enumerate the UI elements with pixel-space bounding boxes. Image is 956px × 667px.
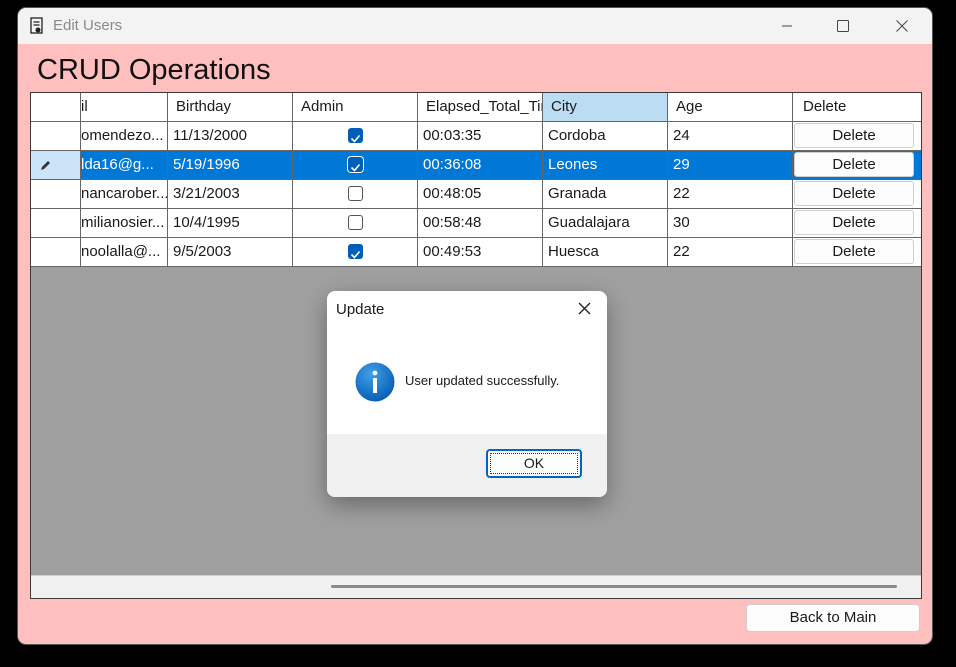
checkmark-icon: [350, 250, 361, 259]
cell-email[interactable]: lda16@g...: [81, 151, 168, 179]
cell-email[interactable]: noolalla@...: [81, 238, 168, 266]
table-row[interactable]: omendezo... 11/13/2000 00:03:35 Cordoba …: [31, 122, 921, 151]
dialog-message: User updated successfully.: [405, 373, 560, 388]
cell-delete: Delete: [793, 238, 921, 266]
cell-city[interactable]: Leones: [543, 151, 668, 179]
delete-button[interactable]: Delete: [794, 152, 914, 177]
close-icon: [896, 20, 908, 32]
dialog-close-button[interactable]: [573, 299, 597, 319]
title-bar: Edit Users: [18, 8, 932, 44]
horizontal-scrollbar[interactable]: [31, 575, 921, 598]
table-row-selected[interactable]: lda16@g... 5/19/1996 00:36:08 Leones 29 …: [31, 151, 921, 180]
cell-birthday[interactable]: 3/21/2003: [168, 180, 293, 208]
cell-age[interactable]: 24: [668, 122, 793, 150]
column-header-admin[interactable]: Admin: [293, 93, 418, 121]
cell-admin[interactable]: [293, 151, 418, 179]
delete-button[interactable]: Delete: [794, 210, 914, 235]
column-header-elapsed[interactable]: Elapsed_Total_Tir: [418, 93, 543, 121]
cell-elapsed[interactable]: 00:03:35: [418, 122, 543, 150]
checkmark-icon: [350, 163, 361, 172]
delete-button[interactable]: Delete: [794, 123, 914, 148]
row-header[interactable]: [31, 209, 81, 237]
cell-city[interactable]: Cordoba: [543, 122, 668, 150]
admin-checkbox[interactable]: [348, 157, 363, 172]
row-header[interactable]: [31, 151, 81, 179]
window-title: Edit Users: [53, 17, 123, 34]
pencil-edit-icon: [41, 161, 50, 170]
cell-admin[interactable]: [293, 238, 418, 266]
checkmark-icon: [350, 134, 361, 143]
cell-delete: Delete: [793, 180, 921, 208]
column-header-delete[interactable]: Delete: [793, 93, 921, 121]
minimize-icon: [782, 25, 792, 27]
cell-age[interactable]: 29: [668, 151, 793, 179]
row-header[interactable]: [31, 180, 81, 208]
table-row[interactable]: noolalla@... 9/5/2003 00:49:53 Huesca 22…: [31, 238, 921, 267]
cell-delete: Delete: [793, 209, 921, 237]
column-header-age[interactable]: Age: [668, 93, 793, 121]
row-header-corner: [31, 93, 81, 121]
delete-button[interactable]: Delete: [794, 181, 914, 206]
column-header-email[interactable]: il: [81, 93, 168, 121]
admin-checkbox[interactable]: [348, 244, 363, 259]
cell-admin[interactable]: [293, 180, 418, 208]
back-to-main-button[interactable]: Back to Main: [746, 604, 920, 632]
cell-city[interactable]: Huesca: [543, 238, 668, 266]
cell-birthday[interactable]: 10/4/1995: [168, 209, 293, 237]
cell-city[interactable]: Granada: [543, 180, 668, 208]
cell-admin[interactable]: [293, 122, 418, 150]
scrollbar-thumb[interactable]: [331, 585, 897, 588]
cell-age[interactable]: 22: [668, 238, 793, 266]
cell-email[interactable]: milianosier...: [81, 209, 168, 237]
cell-elapsed[interactable]: 00:49:53: [418, 238, 543, 266]
column-header-birthday[interactable]: Birthday: [168, 93, 293, 121]
minimize-button[interactable]: [758, 8, 816, 44]
maximize-button[interactable]: [814, 8, 872, 44]
cell-elapsed[interactable]: 00:36:08: [418, 151, 543, 179]
cell-birthday[interactable]: 11/13/2000: [168, 122, 293, 150]
cell-age[interactable]: 30: [668, 209, 793, 237]
delete-button[interactable]: Delete: [794, 239, 914, 264]
admin-checkbox[interactable]: [348, 128, 363, 143]
cell-birthday[interactable]: 9/5/2003: [168, 238, 293, 266]
cell-delete: Delete: [793, 122, 921, 150]
table-row[interactable]: nancarober... 3/21/2003 00:48:05 Granada…: [31, 180, 921, 209]
maximize-icon: [837, 20, 849, 32]
cell-elapsed[interactable]: 00:48:05: [418, 180, 543, 208]
column-header-city[interactable]: City: [543, 93, 668, 121]
cell-city[interactable]: Guadalajara: [543, 209, 668, 237]
page-title: CRUD Operations: [37, 54, 271, 86]
close-icon: [578, 302, 591, 315]
dialog-footer: OK: [327, 434, 607, 497]
grid-header-row: il Birthday Admin Elapsed_Total_Tir City…: [31, 93, 921, 122]
close-button[interactable]: [873, 8, 931, 44]
ok-button[interactable]: OK: [486, 449, 582, 478]
cell-age[interactable]: 22: [668, 180, 793, 208]
cell-email[interactable]: omendezo...: [81, 122, 168, 150]
cell-admin[interactable]: [293, 209, 418, 237]
cell-birthday[interactable]: 5/19/1996: [168, 151, 293, 179]
row-header[interactable]: [31, 238, 81, 266]
update-dialog: Update User updated successfully. OK: [327, 291, 607, 497]
cell-delete: Delete: [793, 151, 921, 179]
admin-checkbox[interactable]: [348, 186, 363, 201]
info-icon: [355, 362, 395, 402]
admin-checkbox[interactable]: [348, 215, 363, 230]
app-icon: [30, 17, 43, 34]
cell-email[interactable]: nancarober...: [81, 180, 168, 208]
cell-elapsed[interactable]: 00:58:48: [418, 209, 543, 237]
table-row[interactable]: milianosier... 10/4/1995 00:58:48 Guadal…: [31, 209, 921, 238]
dialog-title: Update: [336, 301, 385, 318]
row-header[interactable]: [31, 122, 81, 150]
